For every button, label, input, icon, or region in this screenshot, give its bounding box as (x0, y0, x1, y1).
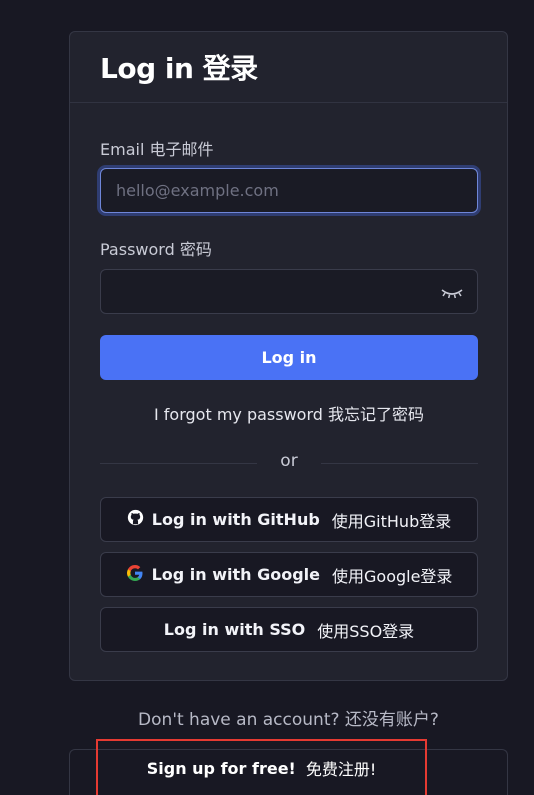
google-login-button[interactable]: Log in with Google 使用Google登录 (100, 552, 478, 597)
or-divider: or (100, 451, 478, 473)
github-icon (127, 509, 144, 530)
sso-button-label: Log in with SSO (163, 620, 306, 639)
github-login-button[interactable]: Log in with GitHub 使用GitHub登录 (100, 497, 478, 542)
no-account-text: Don't have an account? 还没有账户? (138, 710, 439, 730)
sso-login-button[interactable]: Log in with SSO 使用SSO登录 (100, 607, 478, 652)
email-label: Email 电子邮件 (100, 140, 214, 159)
divider-text: or (280, 451, 298, 471)
sso-button-label-cn: 使用SSO登录 (317, 621, 415, 641)
github-button-label-cn: 使用GitHub登录 (331, 511, 452, 531)
show-password-icon[interactable] (439, 285, 465, 301)
signup-label-cn: 免费注册! (305, 760, 377, 779)
signup-button[interactable]: Sign up for free! 免费注册! (96, 739, 427, 795)
google-icon (126, 564, 144, 586)
login-button[interactable]: Log in (100, 335, 478, 380)
email-field[interactable] (100, 168, 478, 213)
password-field[interactable] (100, 269, 478, 314)
google-button-label-cn: 使用Google登录 (332, 566, 453, 586)
card-header: Log in 登录 (70, 32, 507, 103)
google-button-label: Log in with Google (151, 565, 320, 584)
password-label: Password 密码 (100, 240, 212, 259)
signup-label: Sign up for free! (146, 758, 296, 778)
login-card: Log in 登录 Email 电子邮件 Password 密码 Log in … (69, 31, 508, 681)
page-title: Log in 登录 (100, 52, 258, 85)
github-button-label: Log in with GitHub (151, 510, 320, 529)
forgot-password-link[interactable]: I forgot my password 我忘记了密码 (100, 401, 478, 425)
